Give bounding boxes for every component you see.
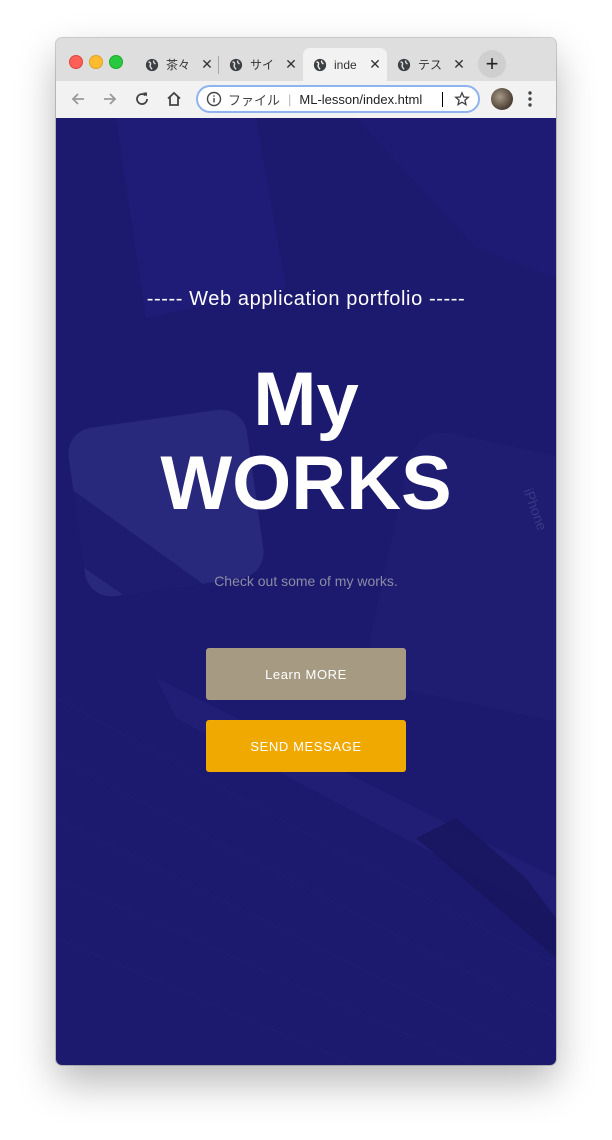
learn-more-button[interactable]: Learn MORE — [206, 648, 406, 700]
address-bar[interactable]: ファイル | ML-lesson/index.html — [196, 85, 480, 113]
tab-2[interactable]: サイ ✕ — [219, 48, 303, 81]
browser-toolbar: ファイル | ML-lesson/index.html — [56, 81, 556, 119]
globe-icon — [229, 58, 243, 71]
page-viewport: iPhone ----- Web application portfolio -… — [56, 118, 556, 1065]
tab-2-label: サイ — [250, 58, 275, 72]
home-button[interactable] — [162, 87, 186, 111]
hero-subtitle: ----- Web application portfolio ----- — [146, 288, 466, 310]
star-icon[interactable] — [454, 91, 470, 107]
url-text[interactable]: ML-lesson/index.html — [299, 92, 441, 107]
tab-4[interactable]: テス ✕ — [387, 48, 471, 81]
home-icon — [167, 91, 181, 106]
browser-window: 茶々 ✕ サイ ✕ inde ✕ テス ✕ + ファイル | ML-lesson… — [56, 38, 556, 1065]
globe-icon — [397, 58, 411, 71]
tab-4-close-icon[interactable]: ✕ — [452, 56, 466, 73]
send-message-button[interactable]: SEND MESSAGE — [206, 720, 406, 772]
back-button[interactable] — [66, 87, 90, 111]
reload-button[interactable] — [130, 87, 154, 111]
url-scheme-label: ファイル — [228, 92, 281, 108]
tab-1-close-icon[interactable]: ✕ — [200, 56, 214, 73]
url-separator: | — [288, 91, 292, 107]
tab-3-active[interactable]: inde ✕ — [303, 48, 387, 81]
forward-arrow-icon — [104, 93, 117, 105]
hero-tagline: Check out some of my works. — [214, 573, 398, 589]
globe-icon — [313, 58, 327, 71]
tab-1[interactable]: 茶々 ✕ — [135, 48, 219, 81]
tab-strip: 茶々 ✕ サイ ✕ inde ✕ テス ✕ + — [56, 38, 556, 81]
tab-4-label: テス — [418, 58, 443, 72]
tab-1-label: 茶々 — [166, 58, 191, 72]
globe-icon — [145, 58, 159, 71]
hero-title: My WORKS — [56, 358, 556, 526]
new-tab-button[interactable]: + — [478, 50, 506, 78]
forward-button[interactable] — [98, 87, 122, 111]
hero-title-line-1: My — [253, 357, 359, 442]
hero-section: ----- Web application portfolio ----- My… — [56, 118, 556, 1065]
tab-3-close-icon[interactable]: ✕ — [368, 56, 382, 73]
close-window-button[interactable] — [69, 55, 83, 69]
reload-icon — [136, 92, 148, 105]
tab-2-close-icon[interactable]: ✕ — [284, 56, 298, 73]
tab-3-label: inde — [334, 57, 357, 72]
hero-title-line-2: WORKS — [160, 441, 452, 526]
info-icon[interactable] — [206, 91, 222, 107]
back-arrow-icon — [71, 93, 84, 105]
zoom-window-button[interactable] — [109, 55, 123, 69]
kebab-menu-icon[interactable] — [526, 89, 534, 109]
text-caret — [442, 91, 444, 107]
minimize-window-button[interactable] — [89, 55, 103, 69]
profile-avatar[interactable] — [491, 88, 513, 110]
